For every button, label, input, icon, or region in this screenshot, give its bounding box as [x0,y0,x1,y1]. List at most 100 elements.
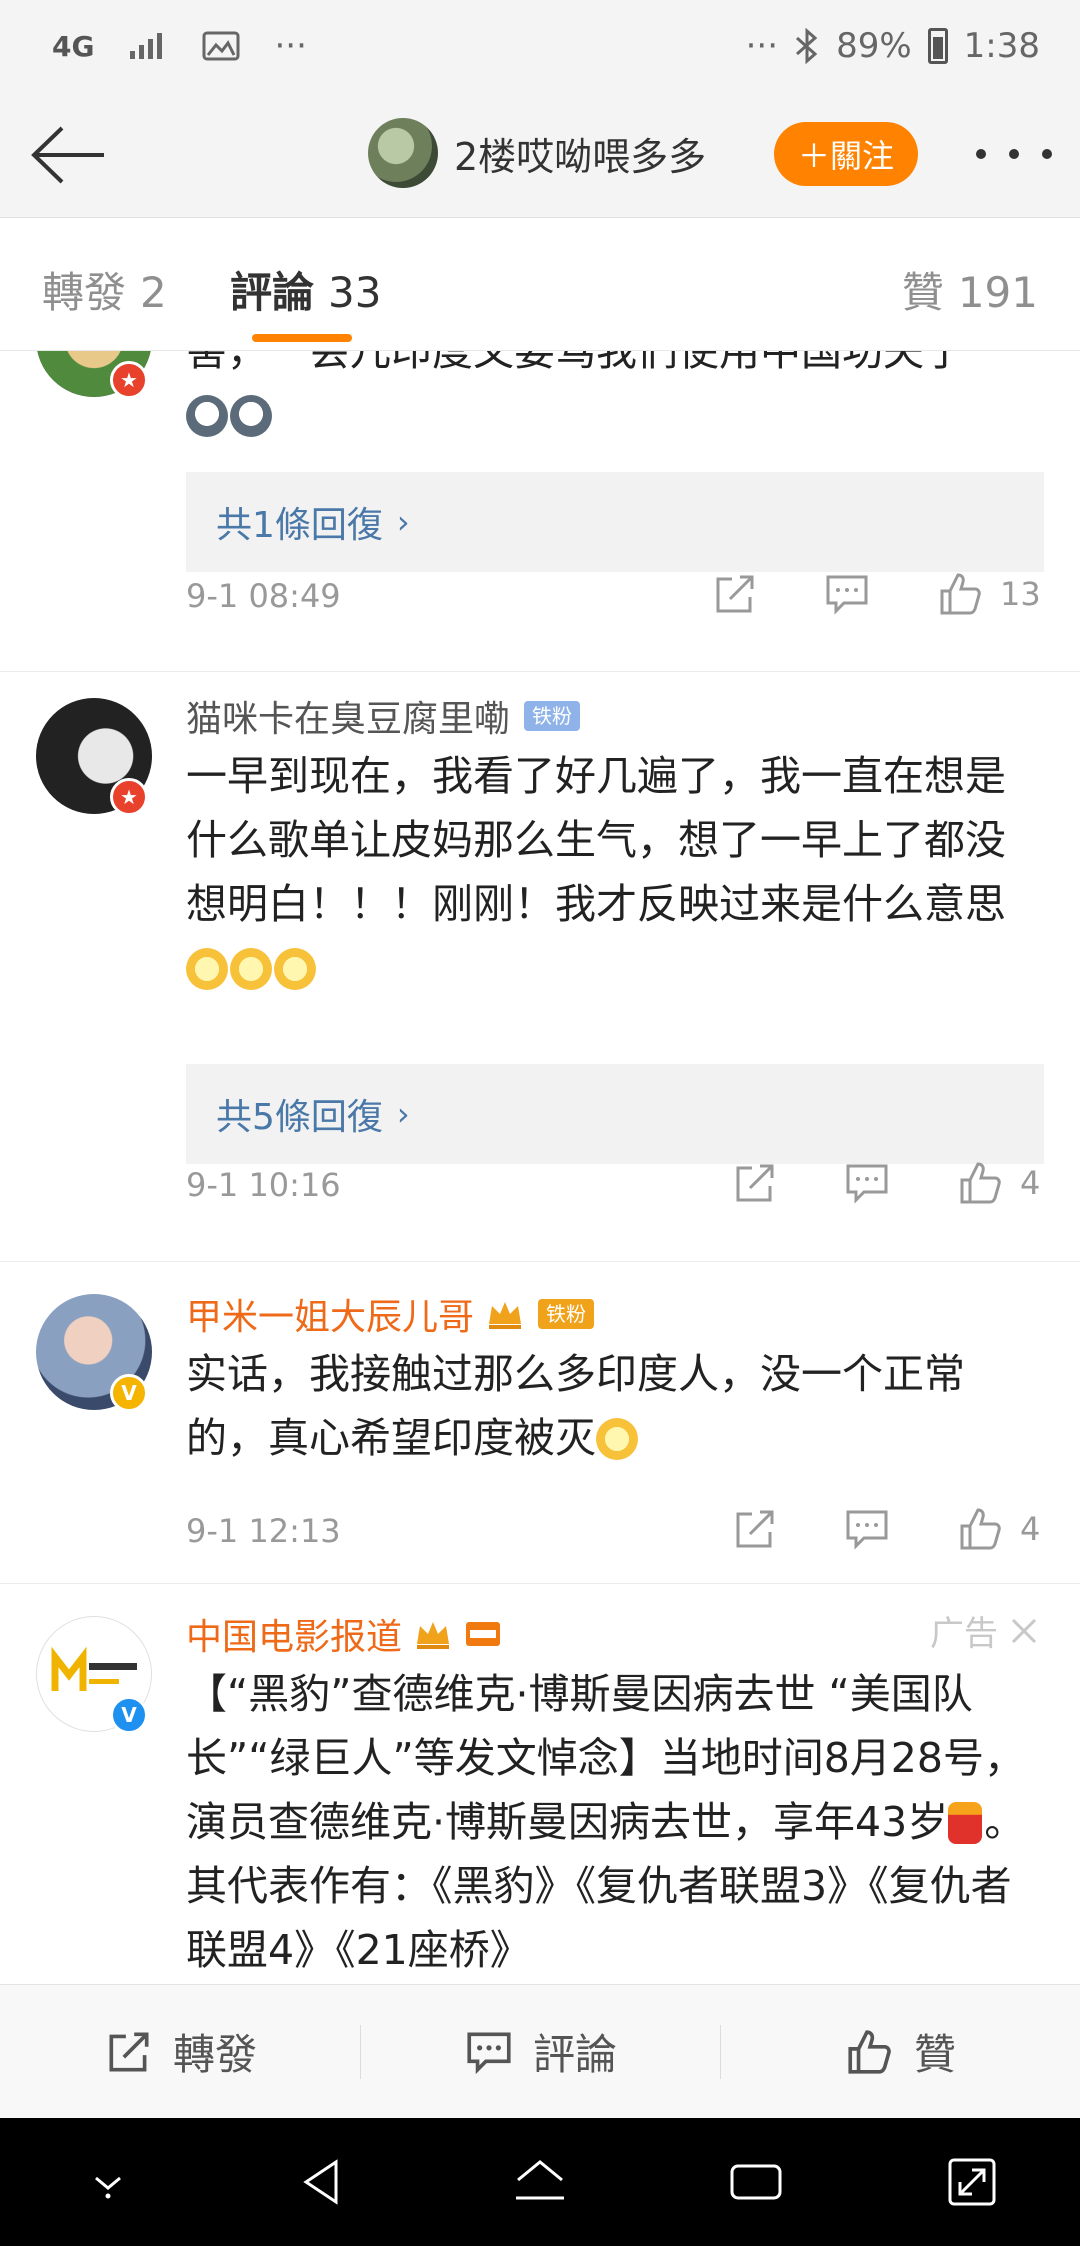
notification-more: ··· [274,26,307,66]
thumbs-up-icon [848,2029,891,2074]
dog-emoji-icon [186,395,228,437]
comment-body: 实话，我接触过那么多印度人，没一个正常的，真心希望印度被灭 [186,1350,965,1462]
like-label: 贊 [913,2030,956,2079]
commenter-name[interactable]: 猫咪卡在臭豆腐里嘞 铁粉 [186,690,581,742]
chevron-right-icon: › [396,503,410,541]
verified-badge-icon: ★ [110,361,148,399]
system-navigation-bar [0,2118,1080,2246]
repost-label: 轉發 [172,2030,257,2079]
fan-badge: 铁粉 [538,1299,595,1329]
comment-button[interactable]: 評論 [360,1985,720,2118]
share-button[interactable] [730,1158,780,1208]
reply-button[interactable] [842,1504,892,1554]
weibo-comments-screen: 4G ··· ··· 89% 1:38 2楼哎呦喂多多 ＋關注 轉發 2 評論 … [0,0,1080,2246]
verified-badge-icon: V [110,1696,148,1734]
author-name: 2楼哎呦喂多多 [454,134,707,179]
laugh-emoji-icon [186,948,228,990]
tab-likes[interactable]: 贊 191 [902,259,1038,320]
vip-crown-icon [489,1302,522,1329]
bluetooth-icon [796,28,818,64]
dog-emoji-icon [230,395,272,437]
tab-bar: 轉發 2 評論 33 贊 191 [0,219,1080,351]
like-count: 4 [1020,1510,1041,1548]
replies-label: 共5條回復 [216,1097,383,1138]
tab-label: 轉發 [42,268,127,317]
ad-text: 广告 [930,1614,998,1654]
comment-text: 实话，我接触过那么多印度人，没一个正常的，真心希望印度被灭 [186,1342,1046,1470]
commenter-name[interactable]: 甲米一姐大辰儿哥 铁粉 [186,1288,595,1340]
status-more: ··· [745,26,779,66]
follow-button[interactable]: ＋關注 [774,122,918,186]
clock: 1:38 [963,26,1040,66]
like-button[interactable]: 4 [956,1158,1040,1208]
active-tab-indicator [252,334,352,342]
verified-badge-icon: ★ [110,778,148,816]
comment-body: 害，一会儿印度又要骂我们使用中国功夫了 [186,351,965,375]
comment-time: 9-1 08:49 [186,577,341,615]
comment-label: 評論 [532,2030,617,2079]
nav-recents-icon[interactable] [724,2150,788,2214]
advertiser-name[interactable]: 中国电影报道 [186,1608,502,1660]
comment-body: 【“黑豹”查德维克·博斯曼因病去世 “美国队长”“绿巨人”等发文悼念】当地时间8… [186,1670,1025,1846]
repost-button[interactable]: 轉發 [0,1985,360,2118]
tab-count: 2 [140,268,167,317]
share-icon [736,1510,774,1548]
post-author[interactable]: 2楼哎呦喂多多 [368,118,706,188]
like-count: 4 [1020,1164,1041,1202]
laugh-emoji-icon [274,948,316,990]
network-indicator: 4G [52,29,95,63]
view-replies-button[interactable]: 共1條回復 › [186,472,1044,572]
comment-item: ★ 猫咪卡在臭豆腐里嘞 铁粉 一早到现在，我看了好几遍了，我一直在想是什么歌单让… [0,672,1080,1262]
verified-badge-icon: V [110,1374,148,1412]
tab-label: 評論 [230,268,315,317]
comment-text: 一早到现在，我看了好几遍了，我一直在想是什么歌单让皮妈那么生气，想了一早上了都没… [186,744,1046,1000]
top-navigation: 2楼哎呦喂多多 ＋關注 [0,92,1080,218]
bottom-action-bar: 轉發 評論 贊 [0,1984,1080,2118]
laugh-emoji-icon [230,948,272,990]
replies-label: 共1條回復 [216,505,383,546]
comment-text: 害，一会儿印度又要骂我们使用中国功夫了 [186,351,1046,447]
like-button[interactable]: 13 [936,569,1041,619]
more-options-icon[interactable] [976,134,1052,174]
vip-crown-icon [417,1622,450,1649]
nav-back-icon[interactable] [292,2150,356,2214]
comment-icon [467,2032,511,2074]
comment-item: V 甲米一姐大辰儿哥 铁粉 实话，我接触过那么多印度人，没一个正常的，真心希望印… [0,1262,1080,1584]
tab-reposts[interactable]: 轉發 2 [42,259,167,320]
thumbs-up-icon [960,1508,1001,1550]
ad-text-body: 【“黑豹”查德维克·博斯曼因病去世 “美国队长”“绿巨人”等发文悼念】当地时间8… [186,1662,1046,1982]
share-button[interactable] [710,569,760,619]
ad-item[interactable]: V 中国电影报道 广告 【“黑豹”查德维克·博斯曼因病去世 “美国队长”“绿巨人… [0,1584,1080,1984]
ad-label[interactable]: 广告 [930,1606,1038,1655]
reply-button[interactable] [822,569,872,619]
movie-badge-icon [466,1622,501,1646]
tab-comments[interactable]: 評論 33 [230,259,381,320]
tab-count: 33 [328,268,382,317]
comment-body: 一早到现在，我看了好几遍了，我一直在想是什么歌单让皮妈那么生气，想了一早上了都没… [186,752,1006,928]
nav-home-icon[interactable] [508,2150,572,2214]
reply-button[interactable] [842,1158,892,1208]
battery-level: 89% [836,26,912,66]
username: 中国电影报道 [186,1617,403,1658]
close-icon [1011,1618,1037,1643]
candle-emoji-icon [948,1802,983,1844]
chevron-right-icon: › [396,1095,410,1133]
comment-time: 9-1 12:13 [186,1512,341,1550]
tab-count: 191 [957,268,1038,317]
share-icon [716,575,754,613]
chevron-down-icon[interactable] [76,2150,140,2214]
tab-label: 贊 [901,268,944,317]
back-button[interactable] [28,122,108,188]
like-post-button[interactable]: 贊 [720,1985,1080,2118]
expand-icon[interactable] [940,2150,1004,2214]
like-button[interactable]: 4 [956,1504,1040,1554]
comment-time: 9-1 10:16 [186,1166,341,1204]
username: 猫咪卡在臭豆腐里嘞 [186,699,511,740]
share-icon [109,2032,149,2071]
view-replies-button[interactable]: 共5條回復 › [186,1064,1044,1164]
share-button[interactable] [730,1504,780,1554]
comment-list[interactable]: ★ 害，一会儿印度又要骂我们使用中国功夫了 共1條回復 › 9-1 08:49 1… [0,351,1080,1984]
back-arrow-icon [31,126,104,184]
battery-icon [927,28,948,64]
comment-icon [846,1510,888,1550]
